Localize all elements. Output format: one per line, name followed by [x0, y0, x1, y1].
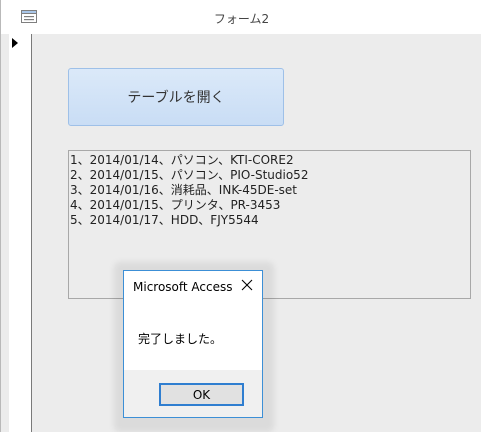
message-box-dialog: Microsoft Access 完了しました。 OK [123, 270, 263, 418]
ok-button[interactable]: OK [159, 383, 244, 406]
record-selector-arrow-icon [12, 38, 18, 48]
record-selector[interactable] [9, 34, 32, 432]
window-title: フォーム2 [213, 12, 270, 26]
dialog-title: Microsoft Access [133, 280, 233, 294]
list-item[interactable]: 2、2014/01/15、パソコン、PIO-Studio52 [70, 168, 470, 183]
list-item[interactable]: 3、2014/01/16、消耗品、INK-45DE-set [70, 183, 470, 198]
list-item[interactable]: 5、2014/01/17、HDD、FJY5544 [70, 213, 470, 228]
open-table-button[interactable]: テーブルを開く [68, 68, 284, 126]
close-icon[interactable] [241, 279, 253, 291]
title-bar: フォーム2 [1, 0, 481, 34]
list-item[interactable]: 1、2014/01/14、パソコン、KTI-CORE2 [70, 153, 470, 168]
dialog-button-area: OK [124, 370, 262, 417]
left-margin [1, 34, 9, 432]
list-item[interactable]: 4、2014/01/15、プリンタ、PR-3453 [70, 198, 470, 213]
dialog-message: 完了しました。 [138, 332, 223, 346]
access-form-window: フォーム2 テーブルを開く 1、2014/01/14、パソコン、KTI-CORE… [0, 0, 481, 432]
